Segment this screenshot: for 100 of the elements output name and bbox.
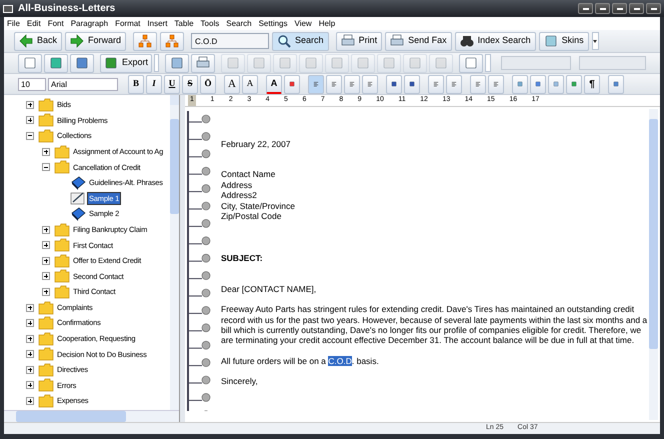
format-button[interactable]: I [146,74,162,94]
forward-arrow-icon [70,34,84,48]
body-text: All future orders will be on a C.O.D. basis. [221,356,380,366]
preview-button[interactable] [165,54,190,72]
menu-item[interactable]: Help [318,18,336,30]
back-arrow-icon [19,34,33,48]
folder-icon [38,300,54,315]
expand-icon[interactable] [42,272,50,280]
body-text: Contact Name [221,169,276,180]
binoculars-icon [460,34,474,48]
body-text: Address [221,180,254,190]
menu-item[interactable]: Table [174,18,194,30]
expand-icon[interactable] [26,319,34,328]
index-search-button[interactable]: Index Search [454,32,536,50]
folder-icon [38,316,54,330]
search-button[interactable]: Search [272,32,329,50]
menu-item[interactable]: Insert [147,18,168,30]
expand-icon[interactable] [26,366,34,374]
app-menu-icon[interactable] [3,4,13,12]
format-button[interactable]: S [182,74,198,94]
back-button[interactable]: Back [14,32,62,50]
printer-icon [340,34,355,48]
skins-button[interactable]: Skins [538,32,589,50]
expand-icon[interactable] [26,304,34,312]
expand-icon[interactable] [26,334,34,343]
indent-button[interactable] [470,74,486,94]
font-field[interactable]: Arial [48,78,118,90]
expand-icon[interactable] [26,397,34,406]
folder-icon [38,394,54,408]
expand-icon[interactable] [42,256,50,265]
expand-icon[interactable] [26,381,34,390]
expand-icon[interactable] [42,241,50,250]
save-button[interactable] [70,54,94,72]
outdent-button[interactable] [488,74,504,94]
format-button[interactable]: Ō [200,74,216,94]
horizontal-scrollbar[interactable] [4,410,179,422]
body-text: Freeway Auto Parts has stringent rules for extending credit. Dave's Tires has maintained an outstanding credit record with us for the past two years. However, because of several late payments within the last six months and a bill which is currently outstanding, Dave's no longer fits our profile of companies eligible for credit. Therefore, we are terminating your credit account effective December 31. The account balance will be due in full at that time. [221,304,648,346]
hierarchy-icon [165,34,180,48]
book-icon [70,206,86,221]
font-size-field[interactable]: 10 [18,78,46,90]
folder-icon [38,362,54,377]
vertical-scrollbar[interactable] [170,95,179,410]
menu-item[interactable]: Settings [258,18,288,30]
ltr-button[interactable] [386,74,402,94]
shrink-font-button[interactable]: A [242,74,258,94]
bullets-button[interactable] [428,74,444,94]
book-icon [70,176,86,190]
menu-item[interactable]: View [294,18,312,30]
vertical-scrollbar[interactable] [649,109,658,420]
menu-item[interactable]: Edit [26,18,41,30]
folder-icon [54,144,70,159]
align-button[interactable] [344,74,360,94]
export-button[interactable]: Export [100,54,152,72]
search-field[interactable]: C.O.D [191,33,270,49]
folder-icon [54,284,70,299]
menu-item[interactable]: Search [226,18,252,30]
align-button[interactable] [326,74,342,94]
print-button[interactable] [191,54,216,72]
numbering-button[interactable] [446,74,462,94]
menu-item[interactable]: Tools [200,18,220,30]
menu-item[interactable]: Format [115,18,140,30]
format-button[interactable]: B [128,74,144,94]
rtl-button[interactable] [404,74,420,94]
collapse-icon[interactable] [42,163,50,172]
hierarchy-button[interactable] [160,32,184,50]
menu-item[interactable]: Font [48,18,64,30]
folder-icon [54,238,70,252]
menu-item[interactable]: Paragraph [70,18,108,30]
expand-icon[interactable] [26,100,34,109]
folder-icon [38,332,54,346]
open-button[interactable] [44,54,68,72]
new-button[interactable] [18,54,42,72]
collapse-icon[interactable] [26,132,34,140]
format-button[interactable]: U [164,74,180,94]
expand-icon[interactable] [42,148,50,156]
forward-button[interactable]: Forward [65,32,126,50]
hierarchy-button[interactable] [133,32,158,50]
folder-icon [38,347,54,362]
pilcrow-button[interactable]: ¶ [584,74,600,94]
send-fax-button[interactable]: Send Fax [385,32,452,50]
font-color-button[interactable]: A [266,74,282,94]
hyperlink-button[interactable] [530,74,546,94]
align-button[interactable] [362,74,378,94]
expand-icon[interactable] [26,350,34,358]
grow-font-button[interactable]: A [224,74,240,94]
expand-icon[interactable] [42,226,50,234]
table-button[interactable] [459,54,484,72]
web-button[interactable] [566,74,582,94]
hierarchy-icon [138,34,152,48]
print-button[interactable]: Print [336,32,382,50]
printer-icon [196,56,210,70]
align-button[interactable] [308,74,324,94]
expand-icon[interactable] [26,116,34,124]
highlight-button[interactable] [284,74,300,94]
minimize-icon[interactable] [578,3,593,14]
image-button[interactable] [512,74,528,94]
expand-icon[interactable] [42,288,50,296]
spellcheck-button[interactable] [608,74,624,94]
menu-item[interactable]: File [7,18,20,30]
folder-icon [54,222,70,237]
